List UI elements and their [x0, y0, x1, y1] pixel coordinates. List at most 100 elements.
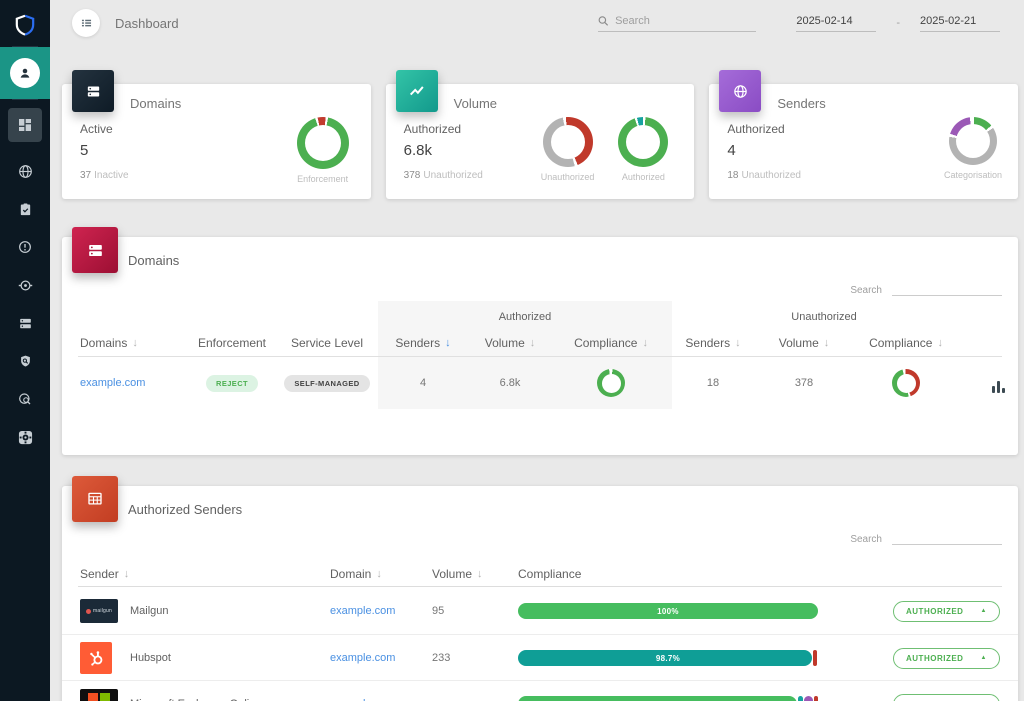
group-header-unauthorized: Unauthorized: [674, 311, 974, 323]
caret-up-icon: ▲: [981, 655, 987, 661]
sidebar-item-investigate[interactable]: [16, 352, 34, 370]
globe-icon: [732, 83, 749, 100]
enforcement-donut-block: Enforcement: [297, 117, 349, 184]
stat-value: 6.8k: [404, 142, 483, 159]
table-row-auth-volume-cell: 6.8k: [467, 357, 553, 409]
col-header-domains: Domains↓: [80, 333, 180, 353]
col-header-compliance: Compliance: [518, 564, 581, 584]
sort-arrow-icon[interactable]: ↓: [124, 568, 130, 580]
sort-arrow-icon[interactable]: ↓: [735, 337, 741, 349]
hubspot-sprocket-icon: [88, 650, 105, 667]
authorized-volume-donut-chart: [618, 117, 668, 167]
status-dropdown-button[interactable]: AUTHORIZED▲: [893, 694, 1000, 701]
sender-logo: mailgun: [80, 588, 118, 634]
substat: 378Unauthorized: [404, 170, 483, 181]
sidebar-item-alerts[interactable]: [16, 238, 34, 256]
domains-summary-card: Domains Active 5 37Inactive Enforcement: [62, 84, 371, 199]
sidebar-item-settings[interactable]: [16, 428, 34, 446]
date-from-input[interactable]: [796, 15, 876, 32]
substat: 37Inactive: [80, 170, 129, 181]
domains-search-input[interactable]: [892, 281, 1002, 296]
domains-search: Search: [850, 281, 1002, 296]
volume-donuts: Unauthorized Authorized: [541, 117, 669, 182]
domains-stats: Active 5 37Inactive: [80, 122, 129, 181]
enforcement-donut-chart: [297, 117, 349, 169]
compliance-cell: 100%: [518, 588, 818, 634]
main-content: Dashboard -: [50, 0, 1024, 701]
sort-arrow-icon[interactable]: ↓: [824, 337, 830, 349]
mailgun-logo: mailgun: [80, 599, 118, 623]
auth-compliance-donut-chart: [597, 369, 625, 397]
bar-chart-icon[interactable]: [988, 373, 1008, 393]
top-header: Dashboard -: [50, 0, 1024, 46]
domains-table-panel: Domains Search Authorized Unauthorized D…: [62, 237, 1018, 455]
compliance-cell: 98.7%: [518, 635, 818, 681]
status-dropdown-button[interactable]: AUTHORIZED▲: [893, 601, 1000, 622]
sort-arrow-icon[interactable]: ↓: [937, 337, 943, 349]
col-header-volume: Volume↓: [432, 564, 483, 584]
sidebar-item-account[interactable]: [0, 47, 50, 99]
domains-panel-icon: [72, 227, 118, 273]
page-title: Dashboard: [115, 16, 179, 31]
hubspot-logo: [80, 642, 112, 674]
service-level-badge: SELF-MANAGED: [284, 375, 369, 392]
sidebar-item-detection[interactable]: [16, 276, 34, 294]
scope-target-icon: [17, 277, 34, 294]
sort-arrow-icon[interactable]: ↓: [132, 337, 138, 349]
sidebar-item-discover[interactable]: [16, 390, 34, 408]
sort-arrow-icon[interactable]: ↓: [376, 568, 382, 580]
table-row-actions-cell: [974, 357, 1008, 409]
enforcement-badge: REJECT: [206, 375, 258, 392]
sender-logo: [80, 681, 118, 701]
senders-summary-card: Senders Authorized 4 18Unauthorized Cate…: [709, 84, 1018, 199]
sender-name: Mailgun: [130, 588, 169, 634]
senders-card-icon: [719, 70, 761, 112]
menu-button[interactable]: [72, 9, 100, 37]
authorized-senders-panel: Authorized Senders Search Sender↓ Domain…: [62, 486, 1018, 701]
card-title: Domains: [130, 96, 181, 111]
unauthorized-volume-donut-chart: [543, 117, 593, 167]
sidebar: [0, 0, 50, 701]
date-to-input[interactable]: [920, 15, 1000, 32]
app-root: Dashboard -: [0, 0, 1024, 701]
sort-arrow-icon[interactable]: ↓: [530, 337, 536, 349]
global-search-input[interactable]: [615, 15, 756, 27]
sort-arrow-icon[interactable]: ↓: [477, 568, 483, 580]
col-header-sender: Sender↓: [80, 564, 129, 584]
sidebar-item-dns-records[interactable]: [16, 314, 34, 332]
compliance-bar: 100%: [518, 603, 818, 619]
sort-arrow-icon[interactable]: ↓: [445, 337, 451, 349]
list-menu-icon: [80, 17, 93, 29]
stat-label: Authorized: [727, 122, 801, 136]
categorisation-donut-chart: [949, 117, 997, 165]
sidebar-item-dashboard[interactable]: [8, 108, 42, 142]
status-dropdown-button[interactable]: AUTHORIZED▲: [893, 648, 1000, 669]
card-title: Senders: [777, 96, 825, 111]
sender-row-hubspot[interactable]: Hubspot example.com 233 98.7% AUTHORIZED…: [62, 634, 1018, 680]
sender-row-microsoft[interactable]: Microsoft Exchange Onli... example.com A…: [62, 680, 1018, 701]
brand-shield-logo-icon: [13, 4, 37, 46]
table-row-auth-compliance-cell: [560, 357, 662, 409]
col-header-unauth-compliance: Compliance↓: [855, 333, 957, 353]
unauthorized-donut-block: Unauthorized: [541, 117, 595, 182]
sender-logo: [80, 635, 112, 681]
compliance-cell: [518, 681, 818, 701]
domain-link[interactable]: example.com: [80, 377, 145, 389]
globe-search-icon: [17, 391, 33, 407]
senders-search-input[interactable]: [892, 530, 1002, 545]
senders-stats: Authorized 4 18Unauthorized: [727, 122, 801, 181]
sender-row-mailgun[interactable]: mailgun Mailgun example.com 95 100% AUTH…: [62, 588, 1018, 634]
search-icon: [598, 15, 609, 27]
table-row-unauth-senders-cell: 18: [672, 357, 754, 409]
sidebar-item-internet[interactable]: [16, 162, 34, 180]
card-title: Volume: [454, 96, 497, 111]
table-icon: [86, 490, 104, 508]
summary-cards-row: Domains Active 5 37Inactive Enforcement: [62, 84, 1018, 199]
sidebar-item-tasks[interactable]: [16, 200, 34, 218]
col-header-auth-volume: Volume↓: [467, 333, 553, 353]
authorized-donut-block: Authorized: [618, 117, 668, 182]
gear-icon: [18, 430, 33, 445]
unauth-compliance-donut-chart: [892, 369, 920, 397]
sort-arrow-icon[interactable]: ↓: [642, 337, 648, 349]
table-row-unauth-volume-cell: 378: [761, 357, 847, 409]
